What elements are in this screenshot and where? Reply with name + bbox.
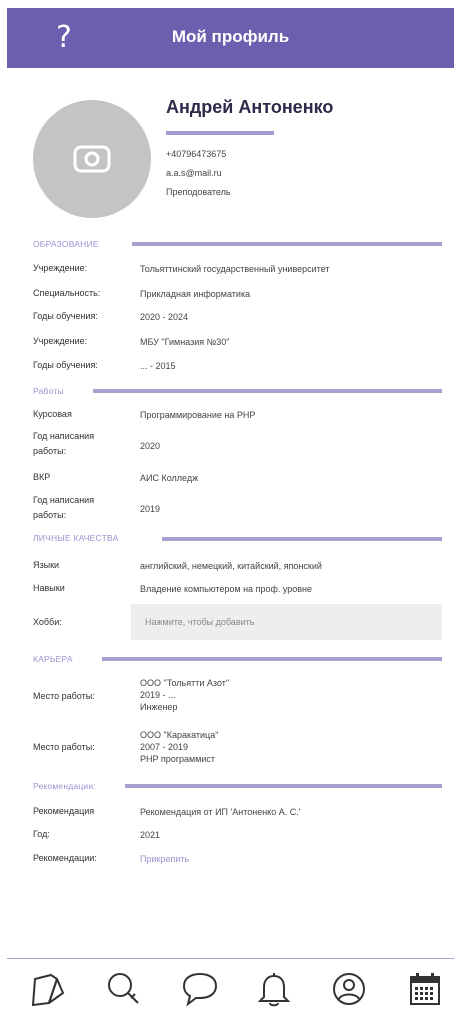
career-years: 2007 - 2019	[140, 742, 189, 752]
profile-icon[interactable]	[329, 969, 369, 1009]
career-company: ООО "Каракатица"	[140, 730, 219, 740]
works-value: Программирование на PHP	[140, 410, 256, 420]
education-label: Учреждение:	[33, 263, 88, 273]
career-years: 2019 - ...	[140, 690, 176, 700]
recommendation-attach-label: Рекомендации:	[33, 853, 97, 863]
education-value: 2020 - 2024	[140, 312, 189, 322]
works-label: Год написания	[33, 495, 95, 505]
works-label: Курсовая	[33, 409, 72, 419]
education-label: Учреждение:	[33, 336, 88, 346]
career-label: Место работы:	[33, 742, 95, 752]
profile-role: Преподователь	[166, 187, 231, 197]
section-divider	[125, 784, 442, 788]
works-value: 2019	[140, 504, 161, 514]
attach-link[interactable]: Прикрепить	[140, 853, 189, 865]
education-value: Прикладная информатика	[140, 289, 251, 299]
profile-email: a.a.s@mail.ru	[166, 168, 222, 178]
page-title: Мой профиль	[171, 27, 290, 46]
career-label: Место работы:	[33, 691, 95, 701]
hobby-input[interactable]: Нажмите, чтобы добавить	[131, 604, 442, 640]
education-value: Тольяттинский государственный университе…	[140, 264, 330, 274]
works-label: работы:	[33, 446, 67, 456]
works-value: АИС Колледж	[140, 473, 199, 483]
qualities-label: Языки	[33, 560, 60, 570]
qualities-value: английский, немецкий, китайский, японски…	[140, 561, 322, 571]
career-position: PHP программист	[140, 754, 216, 764]
notebook-icon[interactable]	[29, 969, 69, 1009]
hobby-label: Хобби:	[33, 617, 62, 627]
works-label: Год написания	[33, 431, 95, 441]
section-title-recommendations: Рекомендации:	[33, 781, 96, 791]
education-value: ... - 2015	[140, 361, 176, 371]
career-position: Инженер	[140, 702, 178, 712]
works-label: работы:	[33, 510, 67, 520]
bell-icon[interactable]	[254, 969, 294, 1009]
section-title-qualities: ЛИЧНЫЕ КАЧЕСТВА	[33, 533, 119, 543]
recommendation-year-value: 2021	[140, 830, 161, 840]
recommendation-value: Рекомендация от ИП 'Антоненко А. С.'	[140, 807, 301, 817]
section-title-education: ОБРАЗОВАНИЕ	[33, 239, 99, 249]
calendar-icon[interactable]	[405, 969, 445, 1009]
career-company: ООО "Тольятти Азот"	[140, 678, 230, 688]
education-label: Специальность:	[33, 288, 101, 298]
app-frame: ? Мой профиль Андрей Антоненко +40796473…	[7, 0, 454, 1016]
search-icon[interactable]	[104, 969, 144, 1009]
recommendation-year-label: Год:	[33, 829, 50, 839]
section-divider	[93, 389, 442, 393]
camera-icon	[73, 145, 111, 173]
education-label: Годы обучения:	[33, 360, 98, 370]
education-value: МБУ "Гимназия №30"	[140, 337, 230, 347]
qualities-label: Навыки	[33, 583, 65, 593]
header: ? Мой профиль	[7, 8, 454, 68]
works-value: 2020	[140, 441, 161, 451]
chat-icon[interactable]	[180, 969, 220, 1009]
section-divider	[102, 657, 442, 661]
bottom-nav	[7, 958, 454, 1016]
name-underline	[166, 131, 274, 135]
recommendation-label: Рекомендация	[33, 806, 95, 816]
profile-phone: +40796473675	[166, 149, 227, 159]
section-title-career: КАРЬЕРА	[33, 654, 73, 664]
qualities-value: Владение компьютером на проф. уровне	[140, 584, 313, 594]
section-divider	[162, 537, 442, 541]
profile-name: Андрей Антоненко	[166, 97, 334, 117]
avatar[interactable]	[33, 100, 151, 218]
section-divider	[132, 242, 442, 246]
works-label: ВКР	[33, 472, 51, 482]
education-label: Годы обучения:	[33, 311, 98, 321]
section-title-works: Работы	[33, 386, 64, 396]
